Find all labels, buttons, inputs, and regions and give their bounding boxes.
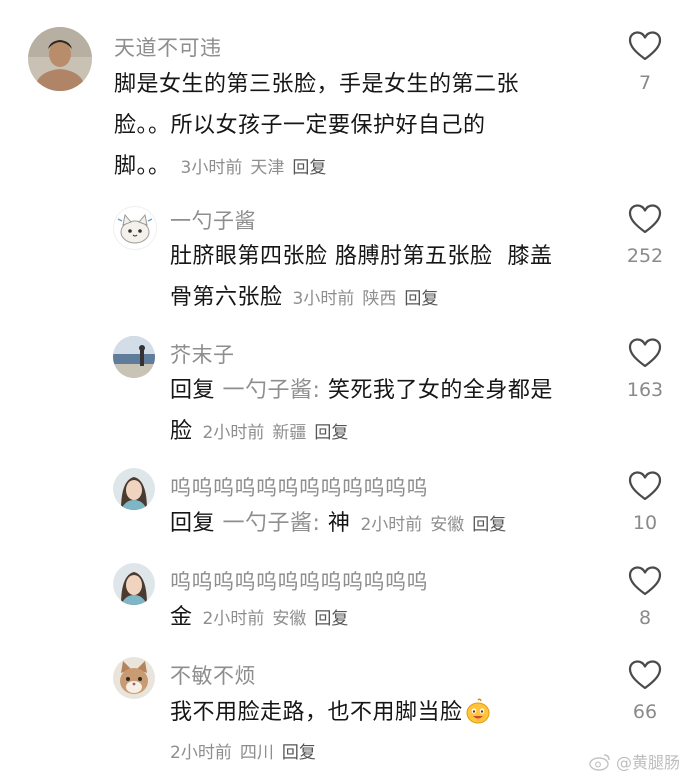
comment-line: 金 [170,605,193,630]
girl-photo-avatar-icon [113,468,155,510]
seaside-photo-avatar-icon [113,336,155,378]
watermark-text: @黄腿肠 [615,753,680,772]
avatar[interactable] [113,206,157,250]
timestamp: 2小时前 [202,609,265,629]
comment-line: 骨第六张脸 [170,285,283,310]
reply-prefix: 回复 [170,378,216,403]
timestamp: 3小时前 [180,158,243,178]
username[interactable]: 天道不可违 [114,32,222,62]
reply-button[interactable]: 回复 [282,743,316,763]
comment-meta: 2小时前 安徽 回复 [350,515,506,535]
comment-line: 神 [320,511,351,536]
timestamp: 2小时前 [170,743,232,763]
comment-line: 脚是女生的第三张脸，手是女生的第二张 [114,72,520,97]
comment-line: 笑死我了女的全身都是 [320,378,553,403]
man-photo-avatar-icon [28,27,92,91]
like-button[interactable]: 10 [615,470,675,534]
comment-text: 脚是女生的第三张脸，手是女生的第二张 脸。。所以女孩子一定要保护好自己的 脚。。… [114,64,584,189]
avatar[interactable] [28,27,92,91]
comment-meta: 3小时前 天津 回复 [171,158,327,178]
avatar[interactable] [113,657,155,699]
like-button[interactable]: 163 [615,337,675,401]
username[interactable]: 呜呜呜呜呜呜呜呜呜呜呜呜 [170,566,428,596]
like-button[interactable]: 252 [615,203,675,267]
heart-icon [628,565,662,597]
like-button[interactable]: 7 [615,30,675,94]
heart-icon [628,659,662,691]
reply-button[interactable]: 回复 [314,609,348,629]
timestamp: 3小时前 [292,289,355,309]
location: 四川 [239,743,274,763]
comment-text: 回复 一勺子酱: 神 2小时前 安徽 回复 [170,503,610,546]
girl-photo-avatar-icon [113,563,155,605]
like-button[interactable]: 8 [615,565,675,629]
reply-button[interactable]: 回复 [404,289,438,309]
comment-text: 回复 一勺子酱: 笑死我了女的全身都是 脸 2小时前 新疆 回复 [170,370,610,454]
heart-icon [628,203,662,235]
comment-meta: 3小时前 陕西 回复 [283,289,439,309]
like-button[interactable]: 66 [615,659,675,723]
comment-text: 金 2小时前 安徽 回复 [170,597,610,640]
like-count: 163 [626,379,664,401]
username[interactable]: 不敏不烦 [170,660,256,690]
heart-icon [628,337,662,369]
timestamp: 2小时前 [202,423,265,443]
avatar[interactable] [113,336,155,378]
mention[interactable]: 一勺子酱: [223,378,321,403]
heart-icon [628,470,662,502]
location: 安徽 [272,609,307,629]
like-count: 10 [632,512,658,534]
comment-line: 我不用脸走路，也不用脚当脸 [170,700,463,725]
comment-text: 肚脐眼第四张脸 胳膊肘第五张脸 膝盖 骨第六张脸 3小时前 陕西 回复 [170,236,600,320]
username[interactable]: 芥末子 [170,339,235,369]
avatar[interactable] [113,468,155,510]
cat-photo-avatar-icon [113,657,155,699]
heart-icon [628,30,662,62]
like-count: 66 [632,701,658,723]
username[interactable]: 呜呜呜呜呜呜呜呜呜呜呜呜 [170,472,428,502]
weibo-logo-icon [589,754,610,771]
reply-button[interactable]: 回复 [292,158,326,178]
mention[interactable]: 一勺子酱: [223,511,321,536]
comment-text: 我不用脸走路，也不用脚当脸 2小时前 四川 回复 [170,692,610,774]
comment-meta: 2小时前 四川 回复 [160,733,610,774]
comment-line: 肚脐眼第四张脸 胳膊肘第五张脸 膝盖 [170,244,553,269]
cartoon-cat-avatar-icon [114,207,156,249]
avatar[interactable] [113,563,155,605]
reply-button[interactable]: 回复 [472,515,506,535]
comment-meta: 2小时前 安徽 回复 [193,609,349,629]
smiling-face-emoji-icon [466,698,490,724]
comment-meta: 2小时前 新疆 回复 [193,423,349,443]
location: 陕西 [362,289,397,309]
like-count: 8 [638,607,652,629]
comment-line: 脸。。所以女孩子一定要保护好自己的 [114,113,486,138]
reply-prefix: 回复 [170,511,216,536]
watermark: @黄腿肠 [589,749,680,773]
timestamp: 2小时前 [360,515,423,535]
comment-line: 脚。。 [114,154,171,179]
like-count: 252 [626,245,664,267]
reply-button[interactable]: 回复 [314,423,348,443]
like-count: 7 [638,72,652,94]
location: 天津 [250,158,285,178]
location: 安徽 [430,515,465,535]
comment-line: 脸 [170,419,193,444]
location: 新疆 [272,423,307,443]
username[interactable]: 一勺子酱 [170,205,256,235]
